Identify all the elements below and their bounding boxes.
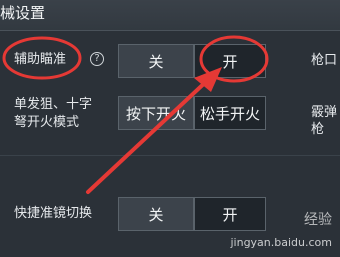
watermark-brand: 经验	[304, 212, 332, 228]
arrow-shaft	[86, 76, 212, 194]
watermark-url: jingyan.baidu.com	[230, 236, 332, 249]
highlight-ellipse-label	[2, 36, 82, 80]
annotation-overlay	[2, 35, 269, 194]
